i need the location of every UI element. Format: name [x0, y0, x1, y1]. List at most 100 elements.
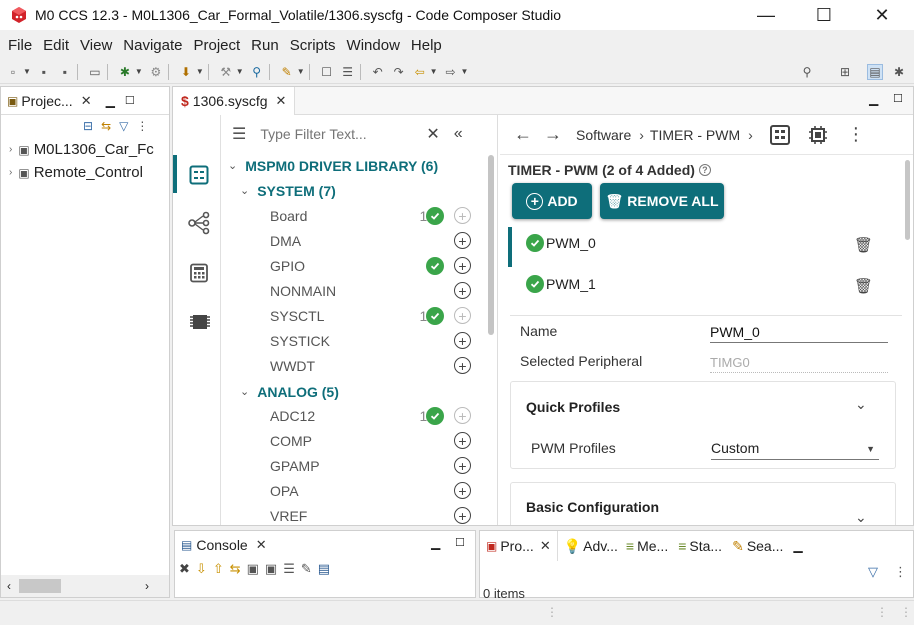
chevron-down-icon[interactable]: ▼ [297, 67, 305, 76]
filter-list-icon[interactable]: ☰ [232, 124, 246, 144]
module-row[interactable]: DMA + [222, 228, 492, 253]
module-row[interactable]: WWDT + [222, 353, 492, 378]
ccs-edit-perspective-icon[interactable]: ▤ [867, 64, 883, 80]
add-circle-icon[interactable]: + [454, 457, 471, 474]
menu-help[interactable]: Help [411, 37, 442, 54]
scroll-right-icon[interactable]: › [145, 579, 149, 593]
chevron-down-icon[interactable]: ▼ [196, 67, 204, 76]
add-circle-icon[interactable]: + [454, 257, 471, 274]
menu-edit[interactable]: Edit [43, 37, 69, 54]
filter-icon[interactable]: ▽ [119, 119, 128, 133]
chevron-down-icon[interactable]: ▼ [461, 67, 469, 76]
module-row[interactable]: NONMAIN + [222, 278, 492, 303]
save-icon[interactable]: ▪ [36, 64, 52, 80]
filter-input[interactable] [260, 126, 421, 142]
debug-icon[interactable]: ✱ [117, 64, 133, 80]
add-button[interactable]: + ADD [512, 183, 592, 219]
module-row[interactable]: VREF + [222, 503, 492, 525]
module-row[interactable]: SYSTICK + [222, 328, 492, 353]
module-row[interactable]: GPAMP + [222, 453, 492, 478]
chevron-down-icon[interactable]: ⌄ [855, 396, 867, 413]
instance-row[interactable]: PWM_1 [526, 275, 596, 293]
flash-icon[interactable]: ⚙ [148, 64, 164, 80]
forward-arrow-icon[interactable]: → [544, 124, 562, 145]
chevron-right-icon[interactable]: › [9, 144, 12, 155]
chevron-down-icon[interactable]: ⌄ [855, 509, 867, 525]
library-scrollbar[interactable] [488, 155, 494, 335]
horizontal-scrollbar[interactable]: ‹ › [1, 575, 169, 597]
scroll-left-icon[interactable]: ‹ [7, 579, 11, 593]
collapse-all-icon[interactable]: ⊟ [83, 119, 93, 133]
menu-run[interactable]: Run [251, 37, 279, 54]
clear-filter-icon[interactable]: ✕ [426, 124, 439, 144]
chevron-down-icon[interactable]: ▼ [23, 67, 31, 76]
collapse-panel-icon[interactable]: « [454, 125, 463, 143]
tree-item[interactable]: › ▣ Remote_Control [9, 164, 143, 181]
module-row[interactable]: Board1/1+ [222, 203, 492, 228]
close-button[interactable]: ✕ [854, 0, 910, 30]
clear-console-icon[interactable]: ✎ [301, 561, 312, 577]
close-icon[interactable]: ✕ [256, 537, 267, 553]
minimize-view-icon[interactable]: ▁ [793, 539, 802, 553]
module-row[interactable]: COMP + [222, 428, 492, 453]
search-ref-icon[interactable]: ⚲ [249, 64, 265, 80]
chevron-right-icon[interactable]: › [748, 127, 753, 143]
delete-icon[interactable]: 🗑 [854, 277, 873, 295]
chevron-down-icon[interactable]: ⌄ [240, 385, 249, 398]
forward-icon[interactable]: ⇨ [443, 64, 459, 80]
chip-icon[interactable] [807, 124, 829, 146]
annotation-icon[interactable]: ☐ [319, 64, 335, 80]
close-icon[interactable]: ✕ [81, 93, 92, 109]
menu-scripts[interactable]: Scripts [290, 37, 336, 54]
tab-problems[interactable]: ▣ Pro... ✕ [480, 531, 558, 561]
tree-item[interactable]: › ▣ M0L1306_Car_Fc [9, 141, 154, 158]
remove-launch-icon[interactable]: ✖ [179, 561, 190, 577]
module-row[interactable]: OPA + [222, 478, 492, 503]
chevron-right-icon[interactable]: › [9, 167, 12, 178]
back-arrow-icon[interactable]: ← [514, 124, 532, 145]
wand-icon[interactable]: ✎ [279, 64, 295, 80]
chevron-down-icon[interactable]: ▼ [236, 67, 244, 76]
config-scrollbar[interactable] [905, 160, 910, 240]
tab-advice[interactable]: 💡 Adv... [564, 538, 618, 555]
board-view-icon[interactable] [769, 124, 791, 146]
chevron-down-icon[interactable]: ⌄ [240, 184, 249, 197]
view-menu-icon[interactable]: ⋮ [136, 119, 148, 133]
minimize-view-icon[interactable]: ▁ [106, 94, 115, 108]
category-system[interactable]: ⌄ SYSTEM (7) [222, 178, 492, 203]
prev-edit-icon[interactable]: ↶ [370, 64, 386, 80]
menu-project[interactable]: Project [193, 37, 240, 54]
add-circle-icon[interactable]: + [454, 357, 471, 374]
add-circle-icon[interactable]: + [454, 232, 471, 249]
pin-console-icon[interactable]: ▣ [265, 561, 277, 577]
maximize-button[interactable]: ☐ [796, 0, 852, 30]
menu-window[interactable]: Window [347, 37, 400, 54]
breadcrumb-software[interactable]: Software [576, 127, 631, 143]
minimize-button[interactable]: — [738, 0, 794, 30]
tab-memory[interactable]: ≡ Me... [626, 538, 668, 554]
minimize-view-icon[interactable]: ▁ [431, 536, 440, 550]
delete-icon[interactable]: 🗑 [854, 236, 873, 254]
add-circle-icon[interactable]: + [454, 507, 471, 524]
search-icon[interactable]: ⚲ [799, 64, 815, 80]
terminal-icon[interactable]: ▭ [87, 64, 103, 80]
maximize-view-icon[interactable]: ☐ [455, 536, 465, 549]
chevron-down-icon[interactable]: ⌄ [228, 159, 237, 172]
console-tab[interactable]: Console [196, 537, 247, 553]
debug-perspective-icon[interactable]: ✱ [891, 64, 907, 80]
menu-navigate[interactable]: Navigate [123, 37, 182, 54]
tab-search[interactable]: ✎ Sea... [732, 538, 783, 555]
close-icon[interactable]: ✕ [276, 93, 287, 109]
remove-all-button[interactable]: 🗑 REMOVE ALL [600, 183, 724, 219]
outline-icon[interactable]: ☰ [340, 64, 356, 80]
module-row[interactable]: ADC121/1+ [222, 403, 492, 428]
next-edit-icon[interactable]: ↷ [391, 64, 407, 80]
add-circle-icon[interactable]: + [454, 332, 471, 349]
software-view-icon[interactable] [189, 165, 209, 185]
menu-file[interactable]: File [8, 37, 32, 54]
scrollbar-thumb[interactable] [19, 579, 61, 593]
maximize-view-icon[interactable]: ☐ [893, 92, 903, 105]
instance-row[interactable]: PWM_0 [526, 234, 596, 252]
name-input[interactable]: PWM_0 [710, 324, 888, 343]
link-editor-icon[interactable]: ⇆ [101, 119, 111, 133]
